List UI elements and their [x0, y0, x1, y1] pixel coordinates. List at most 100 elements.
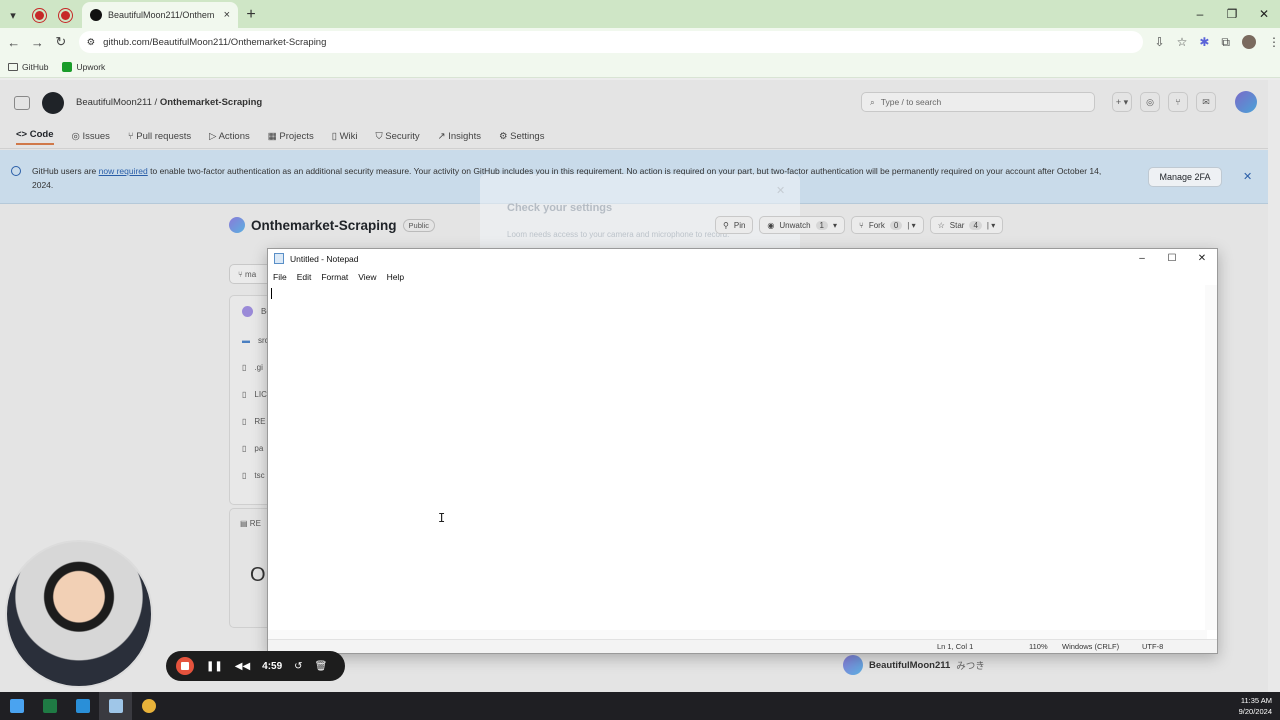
back-arrow-icon[interactable]: ← — [2, 35, 26, 50]
tab-close-icon[interactable]: × — [224, 9, 230, 21]
visibility-badge: Public — [402, 218, 435, 232]
manage-2fa-button[interactable]: Manage 2FA — [1148, 167, 1222, 187]
system-clock[interactable]: 11:35 AM 9/20/2024 — [1239, 695, 1272, 717]
menu-view[interactable]: View — [358, 272, 376, 282]
bookmark-upwork[interactable]: Upwork — [62, 61, 105, 72]
bookmark-star-icon[interactable]: ☆ — [1177, 35, 1188, 49]
hamburger-menu-icon[interactable] — [14, 95, 30, 110]
inbox-icon[interactable]: ✉ — [1196, 92, 1216, 112]
tab-security[interactable]: ⛉ Security — [376, 131, 420, 142]
file-row[interactable]: ▯ .gi — [242, 363, 263, 372]
tab-actions[interactable]: ▷ Actions — [209, 131, 250, 142]
notepad-text-area[interactable] — [268, 285, 1207, 630]
new-tab-button[interactable]: + — [238, 2, 264, 28]
notepad-close-button[interactable]: ✕ — [1187, 249, 1217, 268]
recording-indicator-icon[interactable] — [26, 2, 52, 28]
readme-heading: O — [250, 564, 266, 586]
unwatch-button[interactable]: ◉ Unwatch 1 ▾ — [759, 216, 845, 234]
windows-taskbar: 11:35 AM 9/20/2024 — [0, 692, 1280, 720]
browser-tab-github[interactable]: BeautifulMoon211/Onthem × — [82, 2, 238, 28]
banner-close-icon[interactable]: ✕ — [1243, 170, 1252, 183]
tab-insights[interactable]: ↗ Insights — [438, 131, 481, 142]
bookmark-github[interactable]: GitHub — [8, 62, 48, 72]
search-input[interactable]: ⌕ Type / to search — [861, 92, 1095, 112]
extensions-puzzle-icon[interactable]: ⧉ — [1221, 35, 1230, 50]
contributor-name: BeautifulMoon211 — [869, 659, 951, 671]
address-bar[interactable]: ⚙ github.com/BeautifulMoon211/Onthemarke… — [78, 31, 1143, 53]
menu-help[interactable]: Help — [387, 272, 404, 282]
recording-indicator-icon-2[interactable] — [52, 2, 78, 28]
notepad-icon — [274, 253, 284, 264]
github-logo-icon[interactable] — [42, 91, 64, 114]
excel-icon[interactable] — [33, 692, 66, 720]
owner-avatar — [229, 217, 245, 233]
notepad-maximize-button[interactable]: ☐ — [1157, 249, 1187, 268]
restart-icon[interactable]: ↺ — [294, 661, 302, 672]
star-icon: ☆ — [937, 220, 945, 230]
notepad-taskbar-icon[interactable] — [99, 692, 132, 720]
loom-settings-modal: ✕ Check your settings Loom needs access … — [480, 174, 800, 254]
vscode-icon[interactable] — [66, 692, 99, 720]
modal-subtitle: Loom needs access to your camera and mic… — [507, 230, 730, 239]
repo-name[interactable]: Onthemarket-Scraping — [251, 218, 397, 233]
repo-nav: <> Code ◎ Issues ⑂ Pull requests ▷ Actio… — [0, 125, 1268, 149]
profile-avatar[interactable] — [1242, 35, 1256, 49]
tab-wiki[interactable]: ▯ Wiki — [332, 131, 358, 142]
status-encoding: UTF-8 — [1142, 642, 1164, 651]
file-icon: ▯ — [242, 444, 247, 453]
tab-pull-requests[interactable]: ⑂ Pull requests — [128, 131, 191, 142]
readme-tab[interactable]: ▤ RE — [240, 519, 261, 528]
page-scrollbar[interactable] — [1268, 80, 1280, 692]
file-icon: ▯ — [242, 471, 247, 480]
file-row[interactable]: ▬ src — [242, 336, 269, 345]
tab-issues[interactable]: ◎ Issues — [72, 131, 110, 142]
branch-icon: ⑂ — [238, 269, 243, 279]
pin-button[interactable]: ⚲ Pin — [715, 216, 754, 234]
star-button[interactable]: ☆ Star 4 | ▾ — [929, 216, 1004, 234]
file-row[interactable]: ▯ LIC — [242, 390, 267, 399]
url-text: github.com/BeautifulMoon211/Onthemarket-… — [103, 36, 327, 48]
install-app-icon[interactable]: ⇩ — [1155, 35, 1165, 49]
book-icon: ▤ — [240, 519, 248, 528]
notepad-vertical-scrollbar[interactable] — [1205, 285, 1217, 630]
pause-icon[interactable]: ❚❚ — [206, 661, 223, 672]
rewind-icon[interactable]: ◀◀ — [235, 661, 250, 672]
restore-button[interactable]: ❐ — [1216, 0, 1248, 28]
breadcrumb-repo[interactable]: Onthemarket-Scraping — [160, 97, 262, 108]
pull-requests-icon[interactable]: ⑂ — [1168, 92, 1188, 112]
tab-code[interactable]: <> Code — [16, 129, 54, 145]
file-row[interactable]: ▯ tsc — [242, 471, 265, 480]
menu-edit[interactable]: Edit — [297, 272, 312, 282]
notepad-title-bar[interactable]: Untitled - Notepad — [268, 249, 1217, 268]
tab-projects[interactable]: ▦ Projects — [268, 131, 314, 142]
tab-settings[interactable]: ⚙ Settings — [499, 131, 544, 142]
modal-close-icon[interactable]: ✕ — [776, 184, 785, 197]
breadcrumb: BeautifulMoon211 / Onthemarket-Scraping — [76, 97, 262, 108]
close-window-button[interactable]: ✕ — [1248, 0, 1280, 28]
start-button[interactable] — [0, 692, 33, 720]
chrome-icon[interactable] — [132, 692, 165, 720]
loom-camera-bubble[interactable] — [5, 540, 153, 688]
now-required-link[interactable]: now required — [99, 166, 148, 176]
delete-icon[interactable]: 🗑 — [315, 661, 328, 672]
stop-recording-button[interactable] — [176, 657, 194, 675]
tab-search-chevron-icon[interactable]: ▾ — [0, 2, 26, 28]
notepad-minimize-button[interactable]: – — [1127, 249, 1157, 268]
contributor[interactable]: BeautifulMoon211 みつき — [843, 655, 985, 675]
site-info-icon[interactable]: ⚙ — [87, 37, 96, 48]
fork-button[interactable]: ⑂ Fork 0 | ▾ — [851, 216, 924, 234]
minimize-button[interactable]: – — [1184, 0, 1216, 28]
menu-format[interactable]: Format — [321, 272, 348, 282]
breadcrumb-owner[interactable]: BeautifulMoon211 — [76, 97, 152, 108]
file-row[interactable]: ▯ pa — [242, 444, 263, 453]
extension-icon[interactable]: ✱ — [1199, 35, 1209, 49]
user-avatar[interactable] — [1235, 91, 1257, 113]
file-row[interactable]: ▯ RE — [242, 417, 266, 426]
loom-recording-controls: ❚❚ ◀◀ 4:59 ↺ 🗑 — [166, 651, 345, 681]
browser-menu-icon[interactable]: ⋮ — [1268, 35, 1280, 49]
issues-icon[interactable]: ◎ — [1140, 92, 1160, 112]
create-new-button[interactable]: + ▾ — [1112, 92, 1132, 112]
menu-file[interactable]: File — [273, 272, 287, 282]
reload-icon[interactable]: ↻ — [49, 34, 73, 50]
forward-arrow-icon[interactable]: → — [26, 35, 50, 50]
